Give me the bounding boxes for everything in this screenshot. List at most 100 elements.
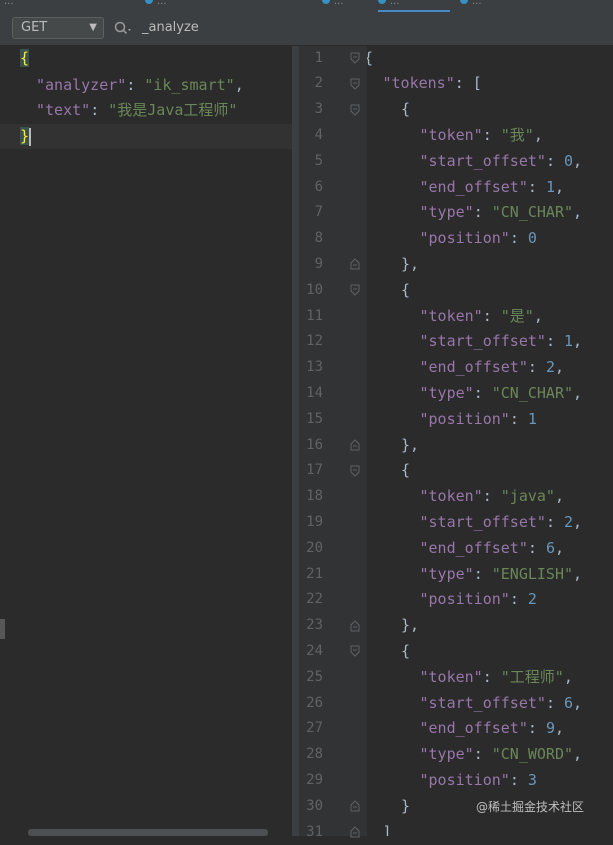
code-line: "token": "我", bbox=[420, 123, 543, 148]
json-string: "ik_smart" bbox=[144, 76, 235, 94]
tab-label: ... bbox=[334, 0, 344, 7]
editor-tab[interactable]: ... bbox=[4, 0, 114, 10]
line-number: 29 bbox=[306, 771, 323, 788]
file-icon bbox=[322, 0, 330, 4]
code-line: "start_offset": 0, bbox=[420, 149, 583, 174]
endpoint-input[interactable]: _analyze bbox=[142, 17, 199, 39]
punctuation: }, bbox=[401, 435, 420, 454]
punctuation: { bbox=[401, 641, 411, 660]
punctuation: , bbox=[533, 306, 543, 325]
code-line: "analyzer": "ik_smart", bbox=[36, 76, 244, 94]
line-number: 25 bbox=[306, 668, 323, 685]
json-key: "position" bbox=[419, 590, 510, 609]
json-string: "java" bbox=[500, 487, 555, 506]
fold-toggle-icon[interactable] bbox=[350, 78, 360, 90]
punctuation: : bbox=[482, 487, 501, 506]
punctuation: }, bbox=[401, 254, 420, 273]
code-line: "token": "java", bbox=[420, 484, 565, 509]
punctuation: { bbox=[401, 280, 411, 299]
response-viewer[interactable]: {"tokens": [{"token": "我","start_offset"… bbox=[367, 46, 613, 836]
punctuation: , bbox=[554, 538, 564, 557]
json-string: "工程师" bbox=[500, 667, 564, 686]
line-number: 7 bbox=[314, 204, 323, 221]
code-line: "text": "我是Java工程师" bbox=[36, 101, 238, 119]
current-line-highlight bbox=[0, 124, 292, 149]
request-toolbar: GET ▼ _analyze bbox=[0, 12, 613, 46]
code-line: }, bbox=[401, 252, 419, 277]
line-number: 18 bbox=[306, 488, 323, 505]
punctuation: , bbox=[573, 383, 583, 402]
editor-tab-active[interactable]: ... bbox=[378, 0, 450, 12]
fold-toggle-icon[interactable] bbox=[350, 439, 360, 451]
json-key: "token" bbox=[419, 487, 483, 506]
json-key: "position" bbox=[419, 770, 510, 789]
json-number: 6 bbox=[564, 693, 574, 712]
line-number: 14 bbox=[306, 384, 323, 401]
line-number: 16 bbox=[306, 436, 323, 453]
code-line: "position": 0 bbox=[420, 226, 537, 251]
search-icon[interactable] bbox=[114, 21, 134, 37]
line-number: 11 bbox=[306, 307, 323, 324]
punctuation: { bbox=[401, 461, 411, 480]
code-line: "type": "ENGLISH", bbox=[420, 562, 583, 587]
punctuation: , bbox=[554, 487, 564, 506]
json-string: "我是Java工程师" bbox=[108, 101, 238, 119]
code-line: { bbox=[20, 46, 30, 71]
text-cursor bbox=[29, 127, 32, 146]
line-number: 24 bbox=[306, 642, 323, 659]
fold-toggle-icon[interactable] bbox=[350, 619, 360, 632]
line-number: 4 bbox=[314, 126, 323, 143]
chevron-down-icon: ▼ bbox=[89, 22, 97, 33]
json-number: 0 bbox=[527, 229, 537, 248]
fold-toggle-icon[interactable] bbox=[350, 645, 360, 658]
json-key: "type" bbox=[419, 564, 474, 583]
punctuation: : bbox=[545, 512, 564, 531]
json-key: "start_offset" bbox=[419, 151, 546, 170]
json-key: "end_offset" bbox=[419, 358, 528, 377]
punctuation: , bbox=[573, 745, 583, 764]
punctuation: , bbox=[573, 512, 583, 531]
fold-toggle-icon[interactable] bbox=[350, 104, 360, 116]
fold-toggle-icon[interactable] bbox=[350, 800, 360, 812]
code-line: "type": "CN_CHAR", bbox=[420, 381, 583, 406]
line-number: 10 bbox=[306, 281, 323, 298]
json-key: "start_offset" bbox=[419, 512, 546, 531]
punctuation: : bbox=[527, 538, 546, 557]
line-number: 15 bbox=[306, 410, 323, 427]
line-number: 19 bbox=[306, 513, 323, 530]
code-line: "start_offset": 1, bbox=[420, 329, 583, 354]
json-key: "start_offset" bbox=[419, 693, 546, 712]
editor-tab[interactable]: ... bbox=[460, 0, 610, 10]
fold-toggle-icon[interactable] bbox=[350, 465, 360, 477]
punctuation: : bbox=[473, 383, 492, 402]
json-key: "type" bbox=[419, 383, 474, 402]
punctuation: : bbox=[545, 693, 564, 712]
punctuation: : bbox=[482, 667, 501, 686]
punctuation: : [ bbox=[454, 74, 482, 93]
editor-tab[interactable]: ... bbox=[145, 0, 285, 10]
horizontal-scrollbar[interactable] bbox=[28, 829, 268, 836]
http-method-select[interactable]: GET ▼ bbox=[12, 17, 104, 39]
fold-toggle-icon[interactable] bbox=[350, 826, 360, 838]
line-number: 13 bbox=[306, 359, 323, 376]
request-body-editor[interactable]: { "analyzer": "ik_smart", "text": "我是Jav… bbox=[0, 46, 292, 836]
punctuation: }, bbox=[401, 616, 420, 635]
punctuation: : bbox=[509, 590, 528, 609]
line-number: 2 bbox=[314, 75, 323, 92]
tab-label: ... bbox=[390, 0, 400, 7]
fold-toggle-icon[interactable] bbox=[350, 52, 360, 64]
fold-toggle-icon[interactable] bbox=[350, 284, 360, 296]
file-icon bbox=[460, 0, 468, 4]
pane-splitter[interactable] bbox=[292, 46, 299, 836]
punctuation: , bbox=[573, 564, 583, 583]
json-string: "CN_WORD" bbox=[491, 745, 574, 764]
fold-toggle-icon[interactable] bbox=[350, 258, 360, 270]
editor-tab[interactable]: ... bbox=[322, 0, 362, 10]
json-number: 0 bbox=[564, 151, 574, 170]
punctuation: : bbox=[509, 770, 528, 789]
json-key: "end_offset" bbox=[419, 719, 528, 738]
punctuation: , bbox=[563, 667, 573, 686]
punctuation: , bbox=[573, 203, 583, 222]
json-key: "token" bbox=[419, 667, 483, 686]
json-string: "CN_CHAR" bbox=[491, 383, 574, 402]
